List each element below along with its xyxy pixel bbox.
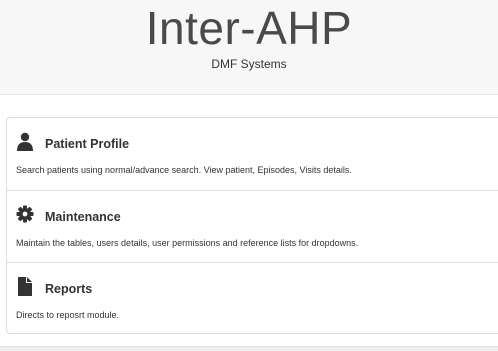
module-list: Patient Profile Search patients using no…: [6, 117, 498, 334]
page-header: Inter-AHP DMF Systems: [0, 0, 498, 95]
gear-icon: [16, 205, 36, 225]
module-description: Maintain the tables, users details, user…: [16, 238, 359, 248]
document-icon: [16, 277, 36, 297]
module-title[interactable]: Reports: [45, 281, 92, 297]
module-description: Directs to reposrt module.: [16, 310, 120, 320]
footer-divider: [0, 346, 498, 351]
module-description: Search patients using normal/advance sea…: [16, 165, 352, 175]
module-patient-profile[interactable]: Patient Profile Search patients using no…: [7, 118, 498, 189]
module-maintenance[interactable]: Maintenance Maintain the tables, users d…: [7, 190, 498, 262]
module-title[interactable]: Patient Profile: [45, 136, 129, 152]
user-icon: [16, 132, 36, 152]
module-reports[interactable]: Reports Directs to reposrt module.: [7, 262, 498, 334]
module-title[interactable]: Maintenance: [45, 209, 121, 225]
app-title: Inter-AHP: [145, 2, 353, 54]
app-subtitle: DMF Systems: [211, 57, 287, 71]
